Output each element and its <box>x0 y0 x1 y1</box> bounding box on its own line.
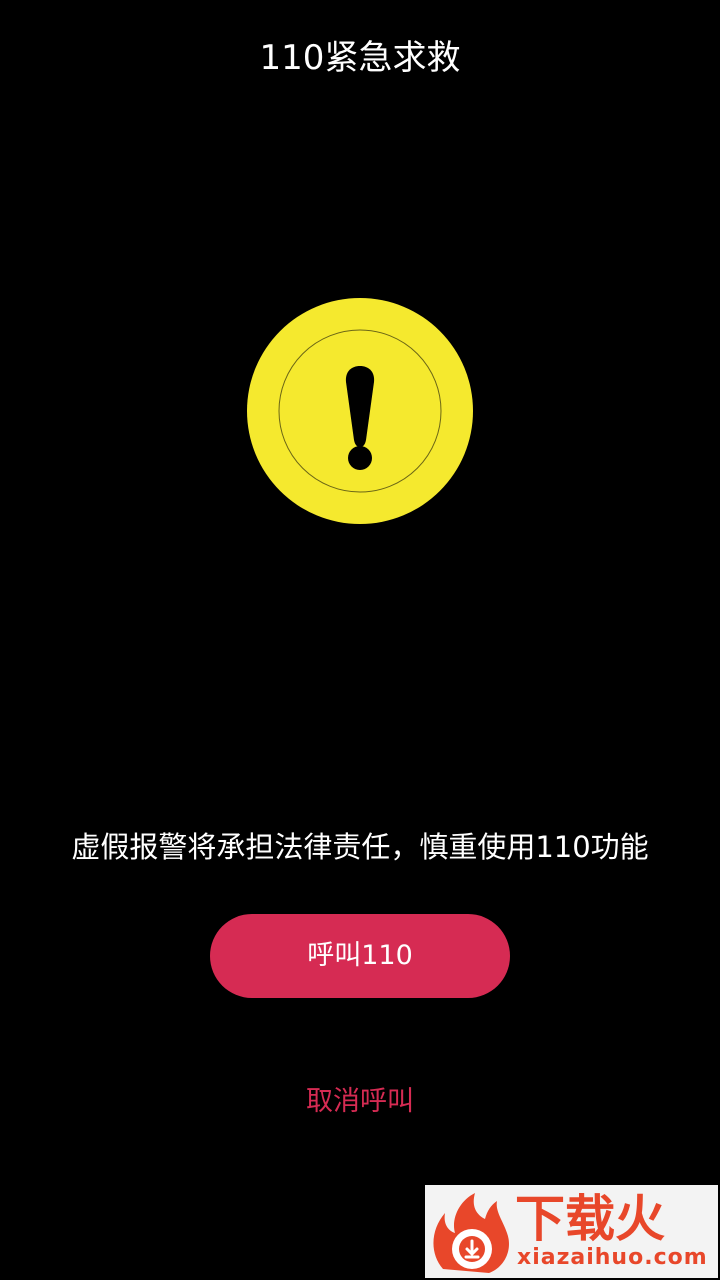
watermark-name: 下载火 <box>515 1190 665 1248</box>
watermark: 下载火 xiazaihuo.com <box>425 1185 718 1278</box>
page-title: 110紧急求救 <box>259 38 461 78</box>
false-report-warning-text: 虚假报警将承担法律责任，慎重使用110功能 <box>71 830 649 864</box>
warning-badge <box>247 298 473 524</box>
cancel-call-button[interactable]: 取消呼叫 <box>0 1082 720 1122</box>
flame-download-logo <box>433 1193 509 1273</box>
watermark-domain: xiazaihuo.com <box>517 1245 708 1270</box>
exclamation-warning-icon <box>247 298 473 524</box>
call-110-button[interactable]: 呼叫110 <box>210 914 510 998</box>
